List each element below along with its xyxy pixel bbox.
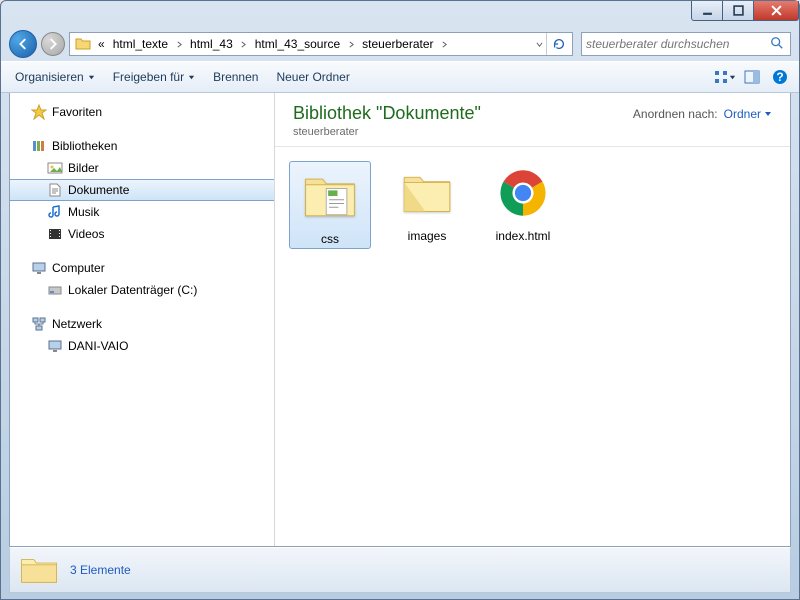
documents-icon xyxy=(46,181,64,199)
share-button[interactable]: Freigeben für xyxy=(105,66,203,88)
chevron-down-icon xyxy=(188,70,195,84)
maximize-button[interactable] xyxy=(722,1,754,21)
pc-icon xyxy=(46,337,64,355)
breadcrumb-seg[interactable]: steuerberater xyxy=(358,33,437,55)
sidebar-network[interactable]: Netzwerk xyxy=(10,313,274,335)
library-subtitle: steuerberater xyxy=(293,126,481,138)
svg-text:?: ? xyxy=(776,70,783,84)
view-button[interactable] xyxy=(711,65,737,89)
status-text: 3 Elemente xyxy=(70,563,131,577)
new-folder-button[interactable]: Neuer Ordner xyxy=(268,66,357,88)
titlebar xyxy=(1,1,799,27)
minimize-button[interactable] xyxy=(691,1,723,21)
pictures-icon xyxy=(46,159,64,177)
arrange-by-value[interactable]: Ordner xyxy=(724,107,772,121)
sidebar-item-documents[interactable]: Dokumente xyxy=(10,179,274,201)
search-box[interactable] xyxy=(581,32,791,56)
search-icon xyxy=(770,36,786,52)
forward-button[interactable] xyxy=(41,32,65,56)
sidebar-item-disk[interactable]: Lokaler Datenträger (C:) xyxy=(10,279,274,301)
content-header: Bibliothek "Dokumente" steuerberater Ano… xyxy=(275,93,790,147)
breadcrumb[interactable]: « html_texte html_43 html_43_source steu… xyxy=(69,32,573,56)
chevron-right-icon[interactable] xyxy=(344,33,358,55)
preview-pane-button[interactable] xyxy=(739,65,765,89)
sidebar-item-videos[interactable]: Videos xyxy=(10,223,274,245)
help-button[interactable]: ? xyxy=(767,65,793,89)
arrange-by: Anordnen nach: Ordner xyxy=(633,103,772,121)
chevron-down-icon xyxy=(88,70,95,84)
computer-icon xyxy=(30,259,48,277)
close-button[interactable] xyxy=(753,1,799,21)
body: Favoriten Bibliotheken Bilder Dokumente xyxy=(9,93,791,547)
folder-item-images[interactable]: images xyxy=(387,161,467,243)
organize-button[interactable]: Organisieren xyxy=(7,66,103,88)
statusbar: 3 Elemente xyxy=(9,547,791,593)
sidebar-item-network-pc[interactable]: DANI-VAIO xyxy=(10,335,274,357)
sidebar-item-music[interactable]: Musik xyxy=(10,201,274,223)
items-area[interactable]: css images xyxy=(275,147,790,546)
breadcrumb-seg[interactable]: html_texte xyxy=(109,33,172,55)
file-item-index[interactable]: index.html xyxy=(483,161,563,243)
navbar: « html_texte html_43 html_43_source steu… xyxy=(1,27,799,61)
content-area: Bibliothek "Dokumente" steuerberater Ano… xyxy=(275,93,790,546)
back-button[interactable] xyxy=(9,30,37,58)
chevron-right-icon[interactable] xyxy=(172,33,186,55)
sidebar-item-pictures[interactable]: Bilder xyxy=(10,157,274,179)
sidebar: Favoriten Bibliotheken Bilder Dokumente xyxy=(10,93,275,546)
explorer-window: « html_texte html_43 html_43_source steu… xyxy=(0,0,800,600)
sidebar-favorites[interactable]: Favoriten xyxy=(10,101,274,123)
sidebar-computer[interactable]: Computer xyxy=(10,257,274,279)
toolbar: Organisieren Freigeben für Brennen Neuer… xyxy=(1,61,799,93)
disk-icon xyxy=(46,281,64,299)
burn-button[interactable]: Brennen xyxy=(205,66,266,88)
chevron-right-icon[interactable] xyxy=(438,33,452,55)
folder-icon xyxy=(18,551,60,589)
music-icon xyxy=(46,203,64,221)
star-icon xyxy=(30,103,48,121)
search-input[interactable] xyxy=(586,37,770,51)
refresh-button[interactable] xyxy=(546,33,570,55)
breadcrumb-seg[interactable]: html_43 xyxy=(186,33,237,55)
folder-item-css[interactable]: css xyxy=(289,161,371,249)
folder-icon xyxy=(298,164,362,228)
folder-icon xyxy=(395,161,459,225)
breadcrumb-seg[interactable]: html_43_source xyxy=(251,33,344,55)
library-title: Bibliothek "Dokumente" xyxy=(293,103,481,124)
sidebar-libraries[interactable]: Bibliotheken xyxy=(10,135,274,157)
network-icon xyxy=(30,315,48,333)
chevron-down-icon xyxy=(764,110,772,118)
window-controls xyxy=(692,1,799,21)
chrome-icon xyxy=(491,161,555,225)
chevron-right-icon[interactable] xyxy=(237,33,251,55)
library-icon xyxy=(30,137,48,155)
folder-icon xyxy=(74,35,92,53)
videos-icon xyxy=(46,225,64,243)
dropdown-icon[interactable] xyxy=(532,33,546,55)
breadcrumb-chevrons[interactable]: « xyxy=(94,33,109,55)
